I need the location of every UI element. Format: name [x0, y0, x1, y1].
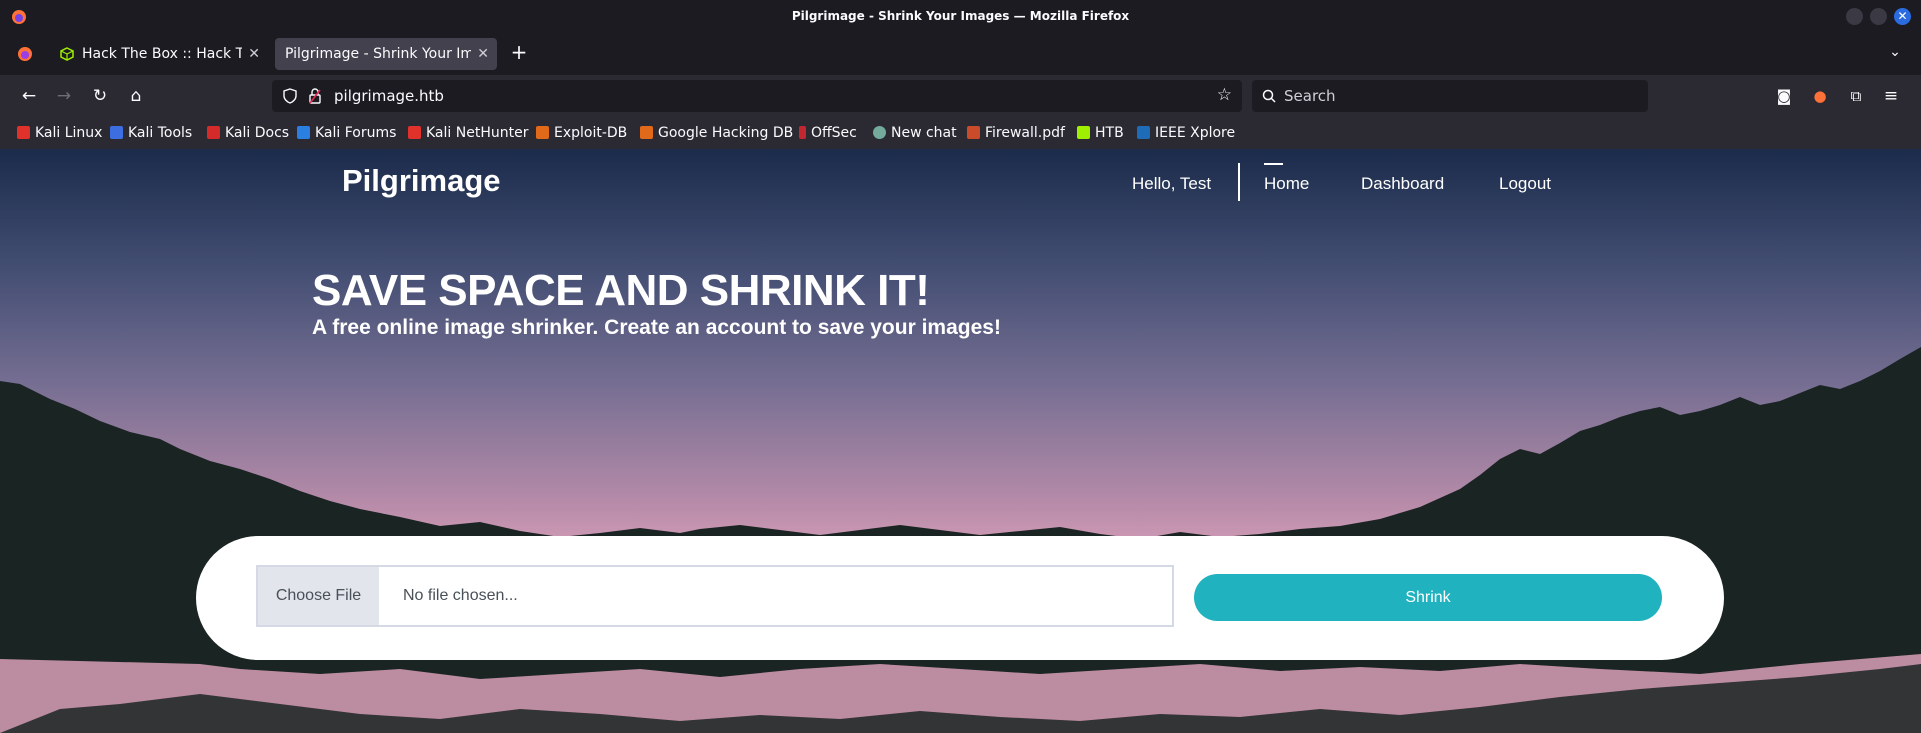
- url-text: pilgrimage.htb: [334, 87, 444, 105]
- reload-icon[interactable]: ↻: [88, 84, 112, 108]
- forward-icon[interactable]: →: [52, 84, 76, 108]
- minimize-button[interactable]: [1846, 8, 1863, 25]
- kali-tools-icon: [110, 126, 123, 139]
- bookmark-label: Kali Forums: [315, 125, 397, 141]
- firefox-view-icon[interactable]: [17, 46, 33, 62]
- bookmark-offsec[interactable]: OffSec: [799, 123, 857, 143]
- greeting-text: Hello, Test: [1132, 174, 1212, 193]
- kali-forums-icon: [297, 126, 310, 139]
- close-window-button[interactable]: ✕: [1894, 8, 1911, 25]
- bookmark-new-chat[interactable]: New chat: [873, 123, 957, 143]
- back-icon[interactable]: ←: [17, 84, 41, 108]
- bookmark-label: Kali Docs: [225, 125, 290, 141]
- bookmark-label: New chat: [891, 125, 957, 141]
- nav-home-link[interactable]: Home: [1264, 174, 1309, 194]
- bookmark-google-hacking-db[interactable]: Google Hacking DB: [640, 123, 793, 143]
- bookmark-label: IEEE Xplore: [1155, 125, 1236, 141]
- kali-docs-icon: [207, 126, 220, 139]
- kali-nethunter-icon: [408, 126, 421, 139]
- file-input[interactable]: Choose File No file chosen...: [256, 565, 1174, 627]
- offsec-icon: [799, 126, 806, 139]
- bookmark-htb[interactable]: HTB: [1077, 123, 1124, 143]
- bookmark-firewall-pdf[interactable]: Firewall.pdf: [967, 123, 1065, 143]
- window-title: Pilgrimage - Shrink Your Images — Mozill…: [791, 9, 1130, 23]
- bookmark-exploit-db[interactable]: Exploit-DB: [536, 123, 627, 143]
- bookmark-label: Kali NetHunter: [426, 125, 529, 141]
- active-nav-indicator: [1264, 163, 1283, 165]
- search-input[interactable]: [1282, 84, 1636, 108]
- kali-dragon-icon: [17, 126, 30, 139]
- site-logo[interactable]: Pilgrimage: [342, 163, 501, 199]
- bookmark-label: Firewall.pdf: [985, 125, 1065, 141]
- shield-icon[interactable]: [282, 88, 298, 104]
- bookmark-kali-forums[interactable]: Kali Forums: [297, 123, 396, 143]
- address-bar[interactable]: pilgrimage.htb ☆: [272, 80, 1242, 112]
- bookmark-ieee-xplore[interactable]: IEEE Xplore: [1137, 123, 1235, 143]
- nav-divider: [1238, 163, 1240, 201]
- upload-card: Choose File No file chosen... Shrink: [196, 536, 1724, 660]
- bookmark-label: Google Hacking DB: [658, 125, 794, 141]
- bookmark-star-icon[interactable]: ☆: [1217, 85, 1232, 105]
- home-icon[interactable]: ⌂: [124, 84, 148, 108]
- bookmark-kali-docs[interactable]: Kali Docs: [207, 123, 289, 143]
- htb-cube-icon: [1077, 126, 1090, 139]
- bookmark-label: Kali Linux: [35, 125, 103, 141]
- tab-pilgrimage[interactable]: Pilgrimage - Shrink Your Images ✕: [275, 38, 497, 70]
- tab-strip: Hack The Box :: Hack The Box ✕ Pilgrimag…: [0, 33, 1921, 75]
- window-titlebar: Pilgrimage - Shrink Your Images — Mozill…: [0, 0, 1921, 33]
- bookmark-kali-nethunter[interactable]: Kali NetHunter: [408, 123, 528, 143]
- list-all-tabs-icon[interactable]: ⌄: [1883, 40, 1907, 64]
- search-bar[interactable]: [1252, 80, 1648, 112]
- menu-icon[interactable]: ≡: [1879, 84, 1903, 108]
- tab-label: Hack The Box :: Hack The Box: [82, 46, 242, 62]
- file-name-text: No file chosen...: [403, 587, 518, 604]
- hero-subtitle: A free online image shrinker. Create an …: [312, 316, 1001, 339]
- bookmark-label: Exploit-DB: [554, 125, 628, 141]
- shrink-button[interactable]: Shrink: [1194, 574, 1662, 621]
- bookmark-kali-linux[interactable]: Kali Linux: [17, 123, 102, 143]
- exploit-db-icon: [536, 126, 549, 139]
- bookmark-label: Kali Tools: [128, 125, 193, 141]
- search-icon: [1262, 89, 1276, 103]
- lock-icon[interactable]: [308, 88, 322, 104]
- pdf-file-icon: [967, 126, 980, 139]
- tab-hack-the-box[interactable]: Hack The Box :: Hack The Box ✕: [50, 38, 268, 70]
- hero-title: SAVE SPACE AND SHRINK IT!: [312, 266, 930, 315]
- navigation-bar: ← → ↻ ⌂ pilgrimage.htb ☆ ◙ ● ⧉ ≡: [0, 75, 1921, 117]
- maximize-button[interactable]: [1870, 8, 1887, 25]
- bookmark-kali-tools[interactable]: Kali Tools: [110, 123, 192, 143]
- bookmark-label: OffSec: [811, 125, 857, 141]
- ghdb-icon: [640, 126, 653, 139]
- web-page: Pilgrimage Hello, Test Home Dashboard Lo…: [0, 149, 1921, 733]
- new-tab-icon[interactable]: +: [507, 40, 531, 64]
- close-tab-icon[interactable]: ✕: [477, 38, 489, 70]
- pocket-icon[interactable]: ◙: [1772, 84, 1796, 108]
- htb-cube-icon: [60, 47, 74, 61]
- choose-file-button[interactable]: Choose File: [258, 567, 379, 625]
- extension-fox-icon[interactable]: ●: [1808, 84, 1832, 108]
- bookmarks-toolbar: Kali Linux Kali Tools Kali Docs Kali For…: [0, 117, 1921, 150]
- close-tab-icon[interactable]: ✕: [248, 38, 260, 70]
- tab-label: Pilgrimage - Shrink Your Images: [285, 46, 471, 62]
- extensions-icon[interactable]: ⧉: [1844, 84, 1868, 108]
- nav-dashboard-link[interactable]: Dashboard: [1361, 174, 1444, 194]
- bookmark-label: HTB: [1095, 125, 1124, 141]
- ieee-icon: [1137, 126, 1150, 139]
- nav-logout-link[interactable]: Logout: [1499, 174, 1551, 194]
- chatgpt-icon: [873, 126, 886, 139]
